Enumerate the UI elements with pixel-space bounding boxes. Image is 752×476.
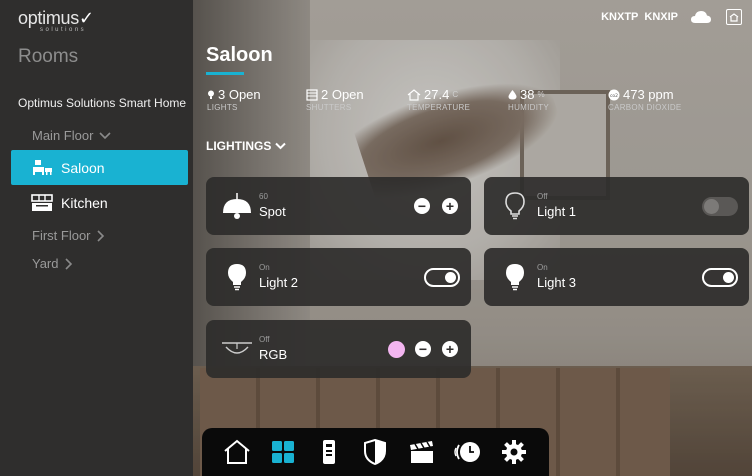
- device-card-light-1[interactable]: Off Light 1: [484, 177, 749, 235]
- home-screen-icon[interactable]: [726, 9, 742, 25]
- house-temp-icon: [407, 88, 421, 101]
- chevron-down-icon: [275, 142, 287, 150]
- settings-gear-icon[interactable]: [499, 437, 529, 467]
- stat-shutters: 2 Open SHUTTERS: [306, 87, 364, 112]
- bottom-nav-bar: [202, 428, 549, 476]
- security-shield-icon[interactable]: [360, 437, 390, 467]
- device-state: On: [537, 263, 548, 272]
- stat-humidity: 38% HUMIDITY: [508, 87, 550, 112]
- top-status-bar: KNXTP KNXIP: [601, 9, 742, 25]
- rooms-grid-icon[interactable]: [268, 437, 298, 467]
- bulb-filled-icon: [220, 260, 254, 294]
- logo-check-icon: ✓: [78, 8, 94, 28]
- co2-icon: co2: [608, 89, 620, 100]
- chevron-right-icon: [64, 257, 72, 270]
- chevron-down-icon: [99, 131, 111, 139]
- svg-text:co2: co2: [610, 93, 618, 99]
- sidebar: optimus✓ solutions Rooms Optimus Solutio…: [0, 0, 193, 476]
- schedule-clock-icon[interactable]: [453, 437, 483, 467]
- device-state: On: [259, 263, 270, 272]
- stat-carbon-dioxide: co2 473 ppm CARBON DIOXIDE: [608, 87, 682, 112]
- title-underline: [206, 72, 244, 75]
- home-name: Optimus Solutions Smart Home: [18, 96, 187, 110]
- device-card-light-2[interactable]: On Light 2: [206, 248, 471, 306]
- device-state: Off: [259, 335, 270, 344]
- device-name: Light 1: [537, 204, 577, 219]
- scenes-clapper-icon[interactable]: [407, 437, 437, 467]
- logo: optimus✓ solutions: [18, 8, 94, 33]
- knx-tp-label[interactable]: KNXTP: [601, 11, 638, 23]
- stat-lights: 3 Open LIGHTS: [207, 87, 261, 112]
- stat-temperature: 27.4 C TEMPERATURE: [407, 87, 471, 112]
- device-name: RGB: [259, 347, 288, 362]
- device-name: Light 2: [259, 275, 299, 290]
- device-name: Spot: [259, 204, 286, 219]
- room-item-saloon[interactable]: Saloon: [11, 150, 188, 185]
- device-name: Light 3: [537, 275, 577, 290]
- device-card-rgb[interactable]: Off RGB − +: [206, 320, 471, 378]
- increase-button[interactable]: +: [442, 341, 458, 357]
- floor-main-floor[interactable]: Main Floor: [32, 128, 111, 143]
- knx-ip-label[interactable]: KNXIP: [644, 11, 678, 23]
- spot-lamp-icon: [220, 189, 254, 223]
- decrease-button[interactable]: −: [415, 341, 431, 357]
- cloud-icon[interactable]: [690, 10, 712, 24]
- bulb-icon: [208, 90, 214, 99]
- rgb-lamp-icon: [220, 332, 254, 366]
- device-card-spot[interactable]: 60 Spot − +: [206, 177, 471, 235]
- device-state: Off: [537, 192, 548, 201]
- drop-icon: [508, 90, 517, 100]
- lightings-section-toggle[interactable]: LIGHTINGS: [206, 139, 287, 153]
- decrease-button[interactable]: −: [414, 198, 430, 214]
- sofa-icon: [33, 159, 52, 175]
- floor-first-floor[interactable]: First Floor: [32, 228, 105, 243]
- shutter-icon: [306, 88, 318, 101]
- remote-icon[interactable]: [314, 437, 344, 467]
- home-icon[interactable]: [222, 437, 252, 467]
- rooms-title: Rooms: [18, 46, 79, 67]
- bulb-outline-icon: [498, 189, 532, 223]
- increase-button[interactable]: +: [442, 198, 458, 214]
- room-item-kitchen[interactable]: Kitchen: [11, 185, 188, 220]
- rgb-color-swatch[interactable]: [388, 341, 405, 358]
- light-2-toggle[interactable]: [424, 268, 460, 287]
- device-state: 60: [259, 192, 268, 201]
- chevron-right-icon: [96, 229, 104, 242]
- bulb-filled-icon: [498, 260, 532, 294]
- device-card-light-3[interactable]: On Light 3: [484, 248, 749, 306]
- kitchen-icon: [31, 193, 53, 211]
- light-3-toggle[interactable]: [702, 268, 738, 287]
- room-title: Saloon: [206, 44, 273, 66]
- floor-yard[interactable]: Yard: [32, 256, 73, 271]
- light-1-toggle[interactable]: [702, 197, 738, 216]
